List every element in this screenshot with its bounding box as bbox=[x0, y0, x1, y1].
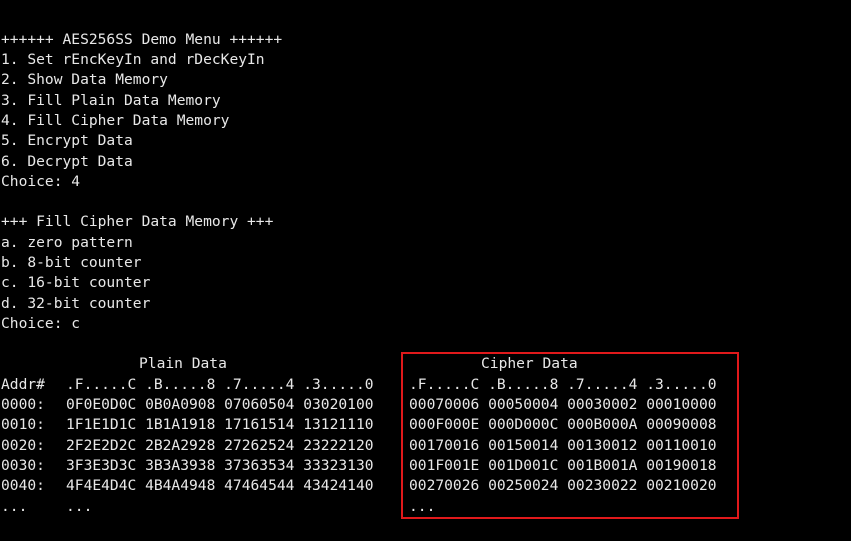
menu-item-4: 4. Fill Cipher Data Memory bbox=[1, 112, 230, 129]
menu-item-1: 1. Set rEncKeyIn and rDecKeyIn bbox=[1, 51, 265, 68]
plain-data-header: Plain Data bbox=[139, 355, 227, 372]
row-addr: 0000: bbox=[1, 396, 45, 413]
row-plain-data: 3F3E3D3C 3B3A3938 37363534 33323130 bbox=[66, 457, 374, 474]
row-plain-data: 0F0E0D0C 0B0A0908 07060504 03020100 bbox=[66, 396, 374, 413]
row-addr: 0030: bbox=[1, 457, 45, 474]
row-addr-ellipsis: ... bbox=[1, 498, 28, 515]
submenu-item-c: c. 16-bit counter bbox=[1, 274, 151, 291]
row-plain-data: 4F4E4D4C 4B4A4948 47464544 43424140 bbox=[66, 477, 374, 494]
menu-item-6: 6. Decrypt Data bbox=[1, 153, 133, 170]
plain-column-header: .F.....C .B.....8 .7.....4 .3.....0 bbox=[66, 376, 374, 393]
menu-title: ++++++ AES256SS Demo Menu ++++++ bbox=[1, 31, 283, 48]
menu-item-2: 2. Show Data Memory bbox=[1, 71, 168, 88]
row-plain-ellipsis: ... bbox=[66, 498, 93, 515]
submenu-item-d: d. 32-bit counter bbox=[1, 295, 151, 312]
row-plain-data: 1F1E1D1C 1B1A1918 17161514 13121110 bbox=[66, 416, 374, 433]
cipher-data-highlight-box bbox=[401, 352, 739, 519]
submenu-title: +++ Fill Cipher Data Memory +++ bbox=[1, 213, 274, 230]
submenu-item-a: a. zero pattern bbox=[1, 234, 133, 251]
row-addr: 0020: bbox=[1, 437, 45, 454]
submenu-choice: Choice: c bbox=[1, 315, 81, 332]
menu-item-3: 3. Fill Plain Data Memory bbox=[1, 92, 221, 109]
menu-item-5: 5. Encrypt Data bbox=[1, 132, 133, 149]
row-plain-data: 2F2E2D2C 2B2A2928 27262524 23222120 bbox=[66, 437, 374, 454]
addr-column-header: Addr# bbox=[1, 376, 45, 393]
row-addr: 0040: bbox=[1, 477, 45, 494]
terminal-window[interactable]: ++++++ AES256SS Demo Menu ++++++ 1. Set … bbox=[0, 0, 851, 541]
submenu-item-b: b. 8-bit counter bbox=[1, 254, 142, 271]
menu-choice: Choice: 4 bbox=[1, 173, 81, 190]
row-addr: 0010: bbox=[1, 416, 45, 433]
